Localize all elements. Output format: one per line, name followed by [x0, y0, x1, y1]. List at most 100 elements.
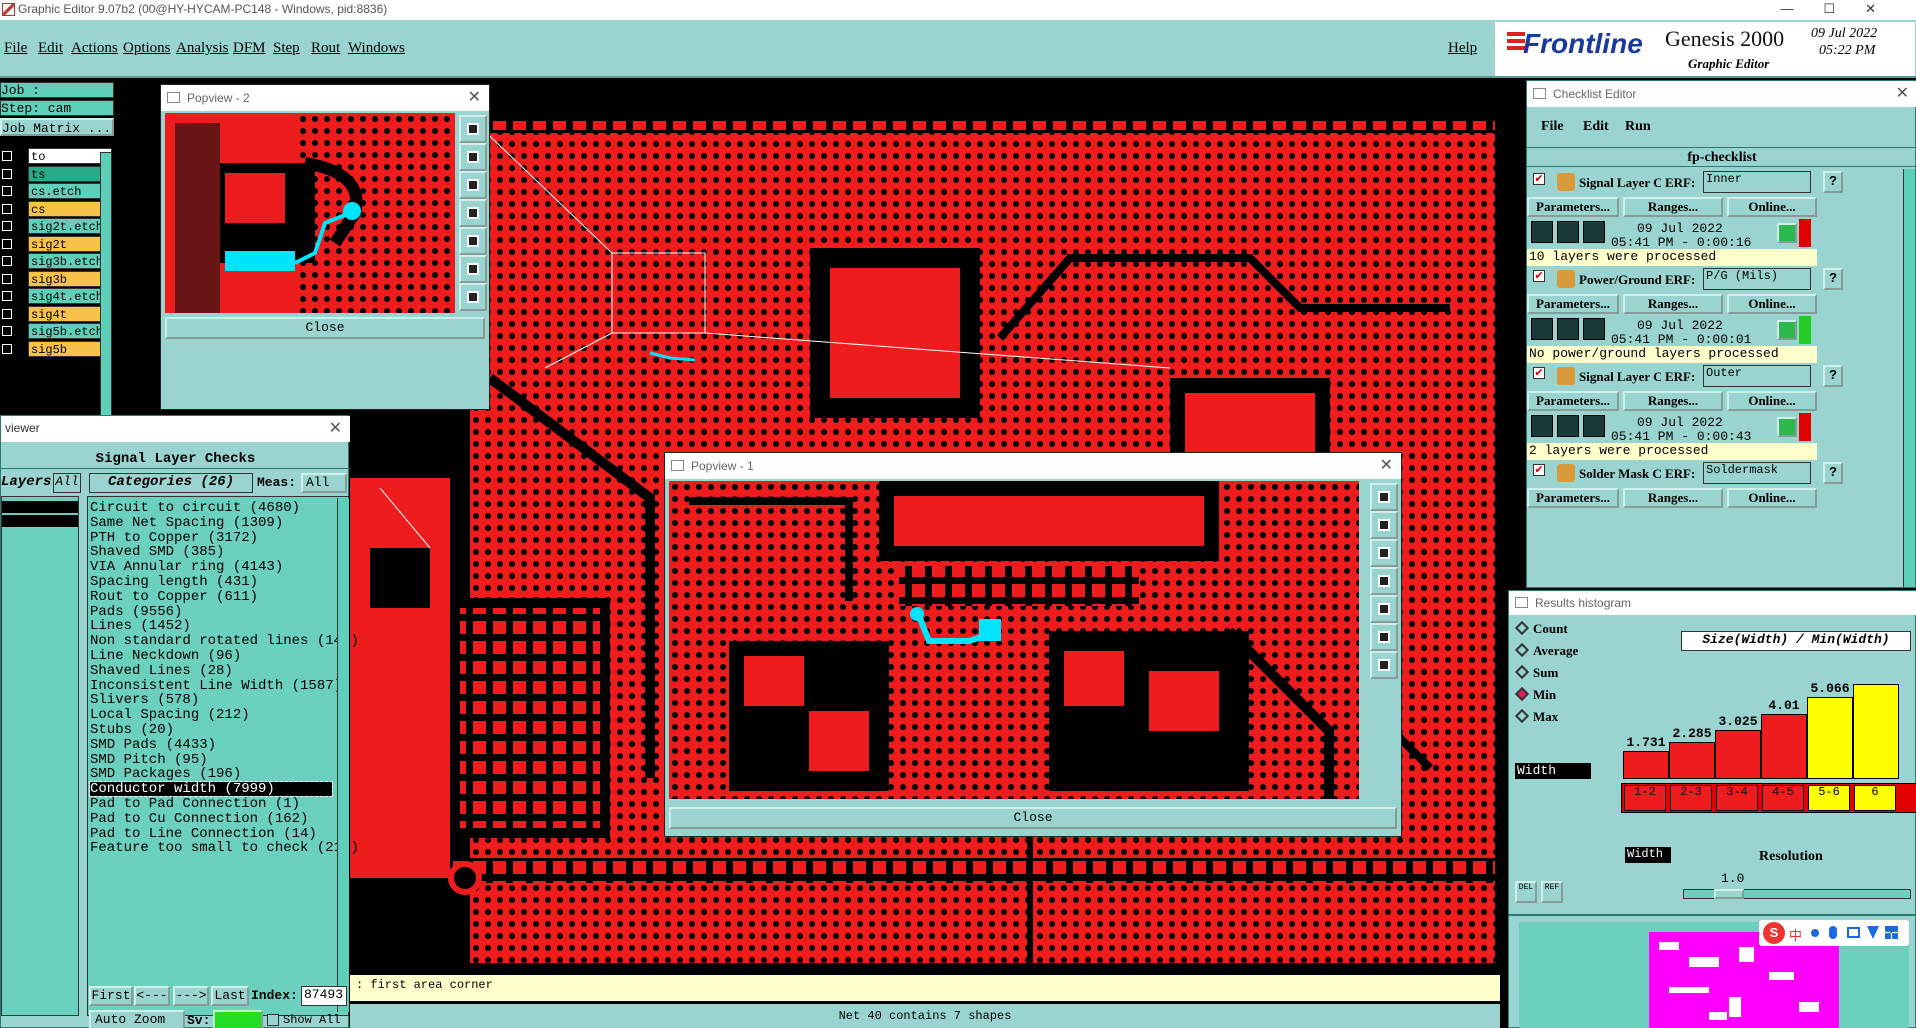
ime-toolbar[interactable]: S 中 — [1759, 920, 1909, 946]
parameters-button[interactable]: Parameters... — [1527, 488, 1619, 508]
layer-checkbox[interactable] — [2, 203, 12, 214]
category-item[interactable]: Pad to Pad Connection (1) — [90, 797, 300, 811]
list-item[interactable] — [2, 515, 78, 527]
run-icon[interactable] — [1531, 318, 1553, 340]
show-all-checkbox[interactable] — [267, 1014, 279, 1026]
results-icon[interactable] — [1583, 318, 1605, 340]
histogram-bar[interactable] — [1853, 684, 1899, 779]
histogram-option[interactable]: Sum — [1514, 664, 1558, 681]
layer-checkbox[interactable] — [2, 291, 12, 301]
category-item[interactable]: Pad to Cu Connection (162) — [90, 812, 308, 826]
help-icon[interactable]: ? — [1823, 365, 1843, 387]
ranges-button[interactable]: Ranges... — [1623, 488, 1723, 508]
results-icon[interactable] — [1583, 221, 1605, 243]
del-button[interactable]: DEL — [1515, 881, 1537, 903]
popview-1-canvas[interactable] — [669, 481, 1359, 799]
ranges-button[interactable]: Ranges... — [1623, 294, 1723, 314]
ref-button[interactable]: REF — [1541, 881, 1563, 903]
parameters-button[interactable]: Parameters... — [1527, 294, 1619, 314]
layer-checkbox[interactable] — [2, 186, 12, 196]
menu-edit[interactable]: Edit — [38, 40, 63, 57]
category-item[interactable]: Spacing length (431) — [90, 575, 258, 589]
histogram-category[interactable]: 1-2 — [1624, 785, 1666, 811]
parameters-button[interactable]: Parameters... — [1527, 391, 1619, 411]
item-checkbox[interactable]: ✔ — [1533, 173, 1545, 185]
category-item[interactable]: Pads (9556) — [90, 605, 182, 619]
category-item[interactable]: Slivers (578) — [90, 693, 199, 707]
resolution-slider[interactable] — [1683, 889, 1911, 899]
pan-right-button[interactable] — [1370, 595, 1398, 623]
index-input[interactable]: 87493 — [301, 986, 347, 1006]
histogram-field-select[interactable]: Width — [1515, 763, 1591, 779]
run-all-icon[interactable] — [1557, 318, 1579, 340]
punctuation-icon[interactable] — [1811, 929, 1819, 937]
menu-actions[interactable]: Actions — [71, 40, 118, 57]
layer-row[interactable]: sig4t.etch — [0, 288, 112, 305]
prev-button[interactable]: <--- — [134, 986, 170, 1006]
zoom-icon[interactable] — [1777, 417, 1797, 437]
item-checkbox[interactable]: ✔ — [1533, 270, 1545, 282]
histogram-option[interactable]: Average — [1514, 642, 1578, 659]
layer-checkbox[interactable] — [2, 168, 12, 179]
run-all-icon[interactable] — [1557, 221, 1579, 243]
last-button[interactable]: Last — [211, 986, 249, 1006]
radio-icon[interactable] — [1514, 708, 1530, 724]
fit-button[interactable] — [1370, 623, 1398, 651]
layer-checkbox[interactable] — [2, 343, 12, 354]
ranges-button[interactable]: Ranges... — [1623, 197, 1723, 217]
zoom-icon[interactable] — [1777, 320, 1797, 340]
category-item[interactable]: Local Spacing (212) — [90, 708, 250, 722]
radio-icon[interactable] — [1514, 664, 1530, 680]
layers-all-button[interactable]: All — [53, 473, 81, 493]
results-icon[interactable] — [1583, 415, 1605, 437]
layer-checkbox[interactable] — [2, 326, 12, 336]
category-item[interactable]: Conductor width (7999) — [89, 781, 333, 798]
menu-windows[interactable]: Windows — [348, 40, 405, 57]
window-controls[interactable]: —☐✕ — [1780, 0, 1906, 18]
category-item[interactable]: Circuit to circuit (4680) — [90, 501, 300, 515]
item-name[interactable]: Signal Layer Ch — [1579, 369, 1661, 385]
histogram-category[interactable]: 6 — [1854, 785, 1896, 811]
layer-row[interactable]: cs.etch — [0, 183, 112, 200]
pan-down-button[interactable] — [1370, 539, 1398, 567]
histogram-category[interactable]: 3-4 — [1716, 785, 1758, 811]
overview-map[interactable] — [1649, 932, 1839, 1028]
toolbox-icon[interactable] — [1885, 926, 1898, 939]
pan-down-button[interactable] — [459, 171, 487, 199]
category-item[interactable]: Lines (1452) — [90, 619, 191, 633]
job-matrix-button[interactable]: Job Matrix ... — [0, 118, 114, 136]
layers-list[interactable] — [1, 496, 79, 1016]
histogram-option[interactable]: Count — [1514, 620, 1568, 637]
category-item[interactable]: SMD Pads (4433) — [90, 738, 216, 752]
layer-checkbox[interactable] — [2, 151, 12, 161]
category-item[interactable]: Feature too small to check (212) — [90, 841, 359, 855]
layer-list[interactable]: to ts cs.etch cs sig2t.etch sig2t sig3b.etch si… — [0, 144, 114, 444]
category-item[interactable]: Shaved Lines (28) — [90, 664, 233, 678]
histogram-category[interactable]: 2-3 — [1670, 785, 1712, 811]
online-button[interactable]: Online... — [1727, 488, 1817, 508]
histogram-bar[interactable] — [1669, 742, 1715, 779]
pan-right-button[interactable] — [459, 227, 487, 255]
online-button[interactable]: Online... — [1727, 294, 1817, 314]
categories-scrollbar[interactable] — [337, 498, 349, 1012]
popview-2-close-button[interactable]: Close — [165, 317, 485, 339]
online-button[interactable]: Online... — [1727, 391, 1817, 411]
keyboard-icon[interactable] — [1847, 927, 1860, 938]
close-icon[interactable]: ✕ — [329, 418, 342, 438]
histogram-bar[interactable] — [1761, 714, 1807, 779]
layer-checkbox[interactable] — [2, 221, 12, 231]
resolution-slider-thumb[interactable] — [1714, 889, 1744, 899]
zoom-in-button[interactable] — [1370, 483, 1398, 511]
layer-row[interactable]: sig3b.etch — [0, 253, 112, 270]
item-name[interactable]: Power/Ground C — [1579, 272, 1661, 288]
histogram-option[interactable]: Max — [1514, 708, 1558, 725]
zoom-out-button[interactable] — [459, 143, 487, 171]
close-icon[interactable]: ✕ — [1380, 453, 1393, 479]
category-item[interactable]: SMD Pitch (95) — [90, 753, 208, 767]
category-item[interactable]: Stubs (20) — [90, 723, 174, 737]
layer-checkbox[interactable] — [2, 273, 12, 284]
first-button[interactable]: First — [89, 986, 133, 1006]
item-checkbox[interactable]: ✔ — [1533, 464, 1545, 476]
meas-select[interactable]: All — [301, 473, 347, 493]
layer-row[interactable]: sig3b — [0, 270, 112, 288]
